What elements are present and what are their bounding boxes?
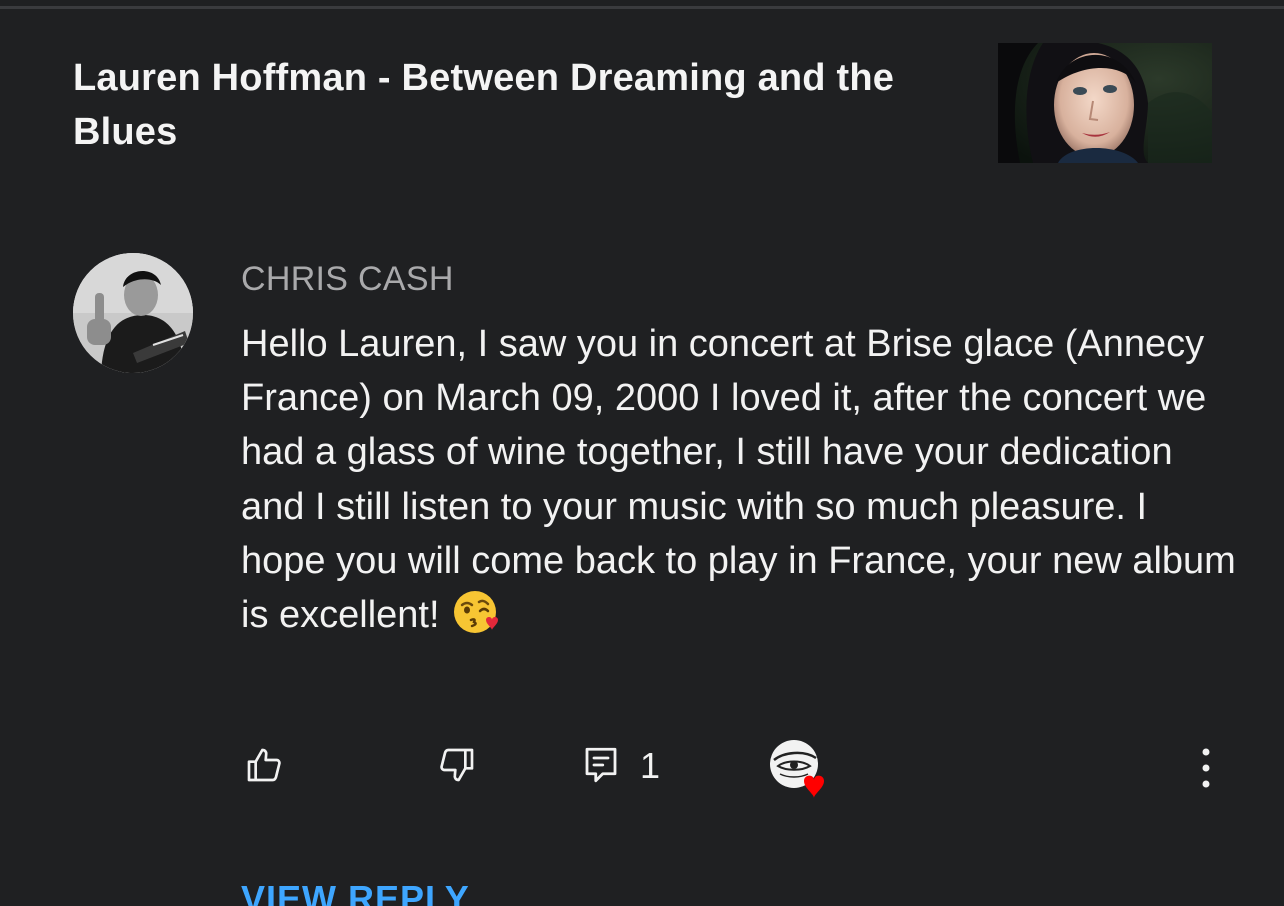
like-button[interactable] <box>239 740 289 790</box>
thumbnail-image <box>998 43 1212 163</box>
thumbs-up-icon <box>247 748 281 782</box>
video-header: Lauren Hoffman - Between Dreaming and th… <box>0 0 1284 200</box>
comment-author[interactable]: CHRIS CASH <box>241 260 454 299</box>
view-replies-button[interactable]: VIEW REPLY <box>241 866 501 906</box>
comment-actions: 1 <box>0 740 1284 800</box>
comment-thread: CHRIS CASH Hello Lauren, I saw you in co… <box>0 240 1284 906</box>
comment-text: Hello Lauren, I saw you in concert at Br… <box>241 323 1236 637</box>
video-thumbnail[interactable] <box>998 43 1212 163</box>
avatar-image <box>73 253 193 373</box>
view-replies-label: VIEW REPLY <box>241 878 470 906</box>
kissing-face-emoji <box>453 591 498 634</box>
reply-count: 1 <box>640 745 661 786</box>
video-title[interactable]: Lauren Hoffman - Between Dreaming and th… <box>73 51 953 159</box>
author-avatar[interactable] <box>73 253 193 373</box>
dislike-button[interactable] <box>432 740 482 790</box>
more-vertical-icon[interactable] <box>1188 744 1224 792</box>
comment-body: Hello Lauren, I saw you in concert at Br… <box>241 317 1241 642</box>
reply-button[interactable] <box>576 740 626 790</box>
reply-icon <box>585 747 617 783</box>
thumbs-down-icon <box>440 748 474 782</box>
creator-heart-icon <box>770 740 824 798</box>
